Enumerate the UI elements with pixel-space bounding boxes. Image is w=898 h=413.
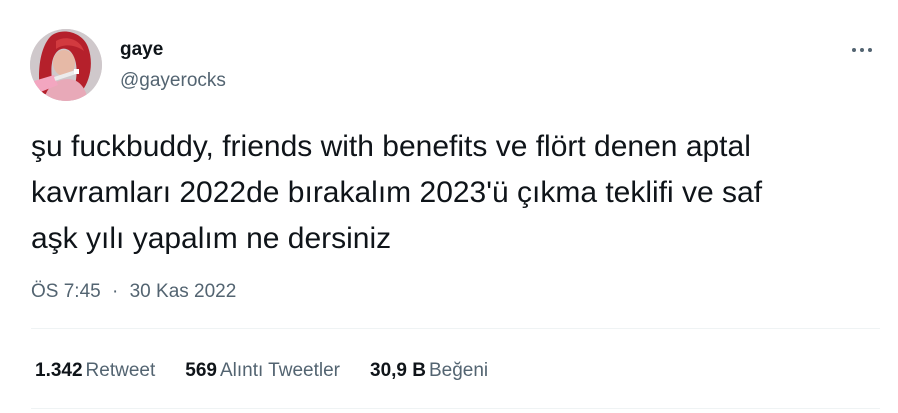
tweet-timestamp: ÖS 7:45 · 30 Kas 2022 [31,279,236,305]
author-handle[interactable]: @gayerocks [120,69,226,93]
tweet-time-link[interactable]: ÖS 7:45 [31,281,101,302]
quote-tweets-count: 569 [185,360,217,381]
likes-count: 30,9 B [370,360,426,381]
divider [31,328,880,329]
retweets-label: Retweet [85,360,156,381]
tweet-text: şu fuckbuddy, friends with benefits ve f… [31,130,763,255]
retweets-count: 1.342 [35,360,83,381]
quote-tweets-label: Alıntı Tweetler [219,360,340,381]
more-horizontal-icon-dot [868,48,872,52]
avatar[interactable] [30,29,102,101]
tweet-date-link[interactable]: 30 Kas 2022 [130,281,237,302]
more-horizontal-icon [852,48,856,52]
retweets-stat[interactable]: 1.342 Retweet [35,358,155,384]
likes-stat[interactable]: 30,9 B Beğeni [370,358,488,384]
tweet-card: gaye @gayerocks şu fuckbuddy, friends wi… [0,0,898,413]
divider [31,408,880,409]
quote-tweets-stat[interactable]: 569 Alıntı Tweetler [185,358,340,384]
more-horizontal-icon-dot [860,48,864,52]
avatar-image [30,29,102,101]
more-options-button[interactable] [846,36,878,64]
tweet-stats: 1.342 Retweet 569 Alıntı Tweetler 30,9 B Be… [35,358,518,384]
meta-separator: · [112,281,119,302]
likes-label: Beğeni [428,360,489,381]
author-display-name[interactable]: gaye [120,38,163,62]
